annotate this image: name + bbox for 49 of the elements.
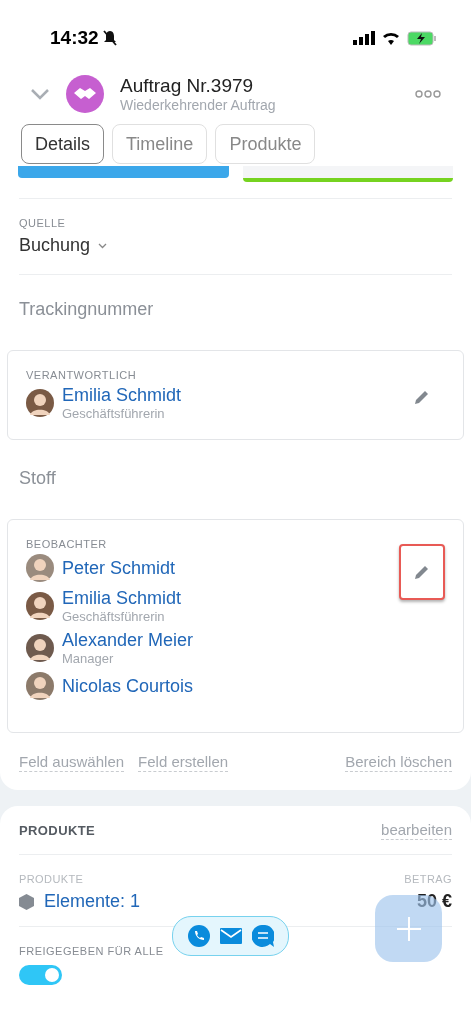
column-label: BETRAG [404,873,452,885]
field-label: BEOBACHTER [26,538,108,550]
phone-icon[interactable] [187,925,210,947]
signal-icon [353,31,375,45]
edit-button[interactable] [399,544,445,600]
field-label: FREIGEGEBEN FÜR ALLE [19,945,165,957]
box-icon [19,893,34,910]
wifi-icon [381,31,401,45]
bell-off-icon [102,30,117,46]
chat-icon[interactable] [251,925,274,947]
more-icon[interactable] [415,90,441,98]
stage-bar[interactable] [242,166,453,182]
person-name[interactable]: Nicolas Courtois [62,675,194,697]
material-field[interactable]: Stoff [19,462,452,495]
person-role: Geschäftsführerin [62,609,166,624]
caret-icon [98,242,108,249]
toggle-switch[interactable] [19,965,62,985]
person-name[interactable]: Emilia Schmidt [62,385,182,406]
tab[interactable]: Produkte [215,124,316,164]
pencil-icon [413,563,431,581]
column-label: PRODUKTE [19,873,85,885]
mail-icon[interactable] [219,928,242,944]
order-title: Auftrag Nr.3979 [120,75,255,97]
avatar [26,634,54,662]
avatar [26,672,54,700]
avatar [26,592,54,620]
pencil-icon [413,388,431,406]
tab[interactable]: Timeline [112,124,208,164]
products-count[interactable]: Elemente: 1 [44,891,141,912]
field-label: VERANTWORTLICH [26,369,138,381]
avatar [26,554,54,582]
person-name[interactable]: Emilia Schmidt [62,588,182,609]
avatar [26,389,54,417]
tab[interactable]: Details [21,124,105,164]
source-value[interactable]: Buchung [19,235,91,256]
section-title: PRODUKTE [19,822,96,838]
field-label: QUELLE [19,217,67,229]
amount: 50 € [415,891,452,912]
add-button[interactable] [375,895,442,962]
person-name[interactable]: Peter Schmidt [62,557,176,579]
order-subtitle: Wiederkehrender Auftrag [120,97,277,113]
plus-icon [396,916,421,941]
person-name[interactable]: Alexander Meier [62,630,194,651]
person-role: Geschäftsführerin [62,406,166,421]
status-time: 14:32 [50,27,99,49]
tracking-field[interactable]: Trackingnummer [19,293,452,326]
person-role: Manager [62,651,115,666]
chevron-down-icon[interactable] [30,88,50,100]
battery-icon [407,30,437,46]
